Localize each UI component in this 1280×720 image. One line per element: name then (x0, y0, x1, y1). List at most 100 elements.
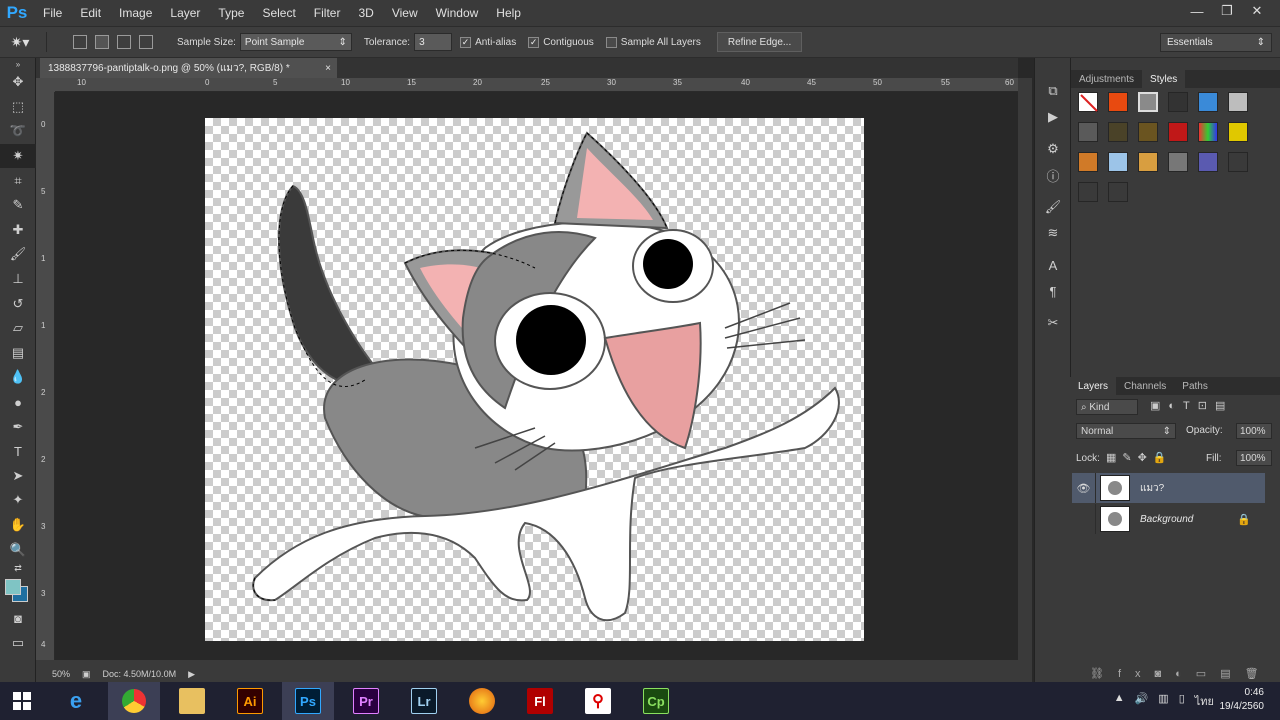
zoom-level[interactable]: 50% (52, 669, 70, 679)
swap-colors-icon[interactable]: ⇄ (0, 562, 36, 576)
style-swatch[interactable] (1078, 122, 1098, 142)
brush-panel-icon[interactable]: 🖌 (1035, 194, 1071, 220)
style-swatch[interactable] (1168, 92, 1188, 112)
vertical-scrollbar[interactable] (1018, 78, 1032, 660)
style-swatch[interactable] (1198, 122, 1218, 142)
layer-filter-icons[interactable]: ▣◐T⊡▤ (1150, 399, 1233, 412)
magic-wand-preset-icon[interactable]: ✷▾ (0, 34, 40, 51)
style-swatch[interactable] (1108, 152, 1128, 172)
zoom-tool-icon[interactable]: 🔍 (0, 537, 36, 562)
foreground-color-swatch[interactable] (5, 578, 21, 595)
style-swatch[interactable] (1078, 152, 1098, 172)
panel-collapse-icon[interactable]: » (0, 58, 36, 70)
eye-icon[interactable]: 👁 (1072, 473, 1096, 503)
lasso-tool-icon[interactable]: ➰ (0, 119, 36, 144)
style-swatch[interactable] (1108, 182, 1128, 202)
network-icon[interactable]: ▥ (1158, 692, 1168, 710)
type-tool-icon[interactable]: T (0, 439, 36, 464)
volume-icon[interactable]: 🔊 (1135, 692, 1149, 710)
status-menu-arrow-icon[interactable]: ▶ (188, 669, 195, 680)
tab-paths[interactable]: Paths (1174, 377, 1216, 395)
properties-panel-icon[interactable]: ⚙ (1035, 136, 1071, 162)
style-swatch[interactable] (1198, 92, 1218, 112)
clone-stamp-tool-icon[interactable]: ⊥ (0, 267, 36, 292)
info-panel-icon[interactable]: ⓘ (1035, 162, 1071, 188)
style-swatch[interactable] (1108, 122, 1128, 142)
refine-edge-button[interactable]: Refine Edge... (716, 32, 803, 52)
color-swatches[interactable] (0, 576, 36, 606)
pen-tool-icon[interactable]: ✒ (0, 414, 36, 439)
captivate-icon[interactable]: Cp (630, 682, 682, 720)
chrome-icon[interactable] (108, 682, 160, 720)
layer-name[interactable]: Background (1140, 514, 1193, 525)
firefox-icon[interactable] (456, 682, 508, 720)
menu-image[interactable]: Image (110, 0, 161, 26)
opacity-input[interactable]: 100% (1236, 423, 1272, 439)
menu-type[interactable]: Type (209, 0, 253, 26)
style-swatch[interactable] (1228, 92, 1248, 112)
menu-help[interactable]: Help (487, 0, 530, 26)
lightroom-icon[interactable]: Lr (398, 682, 450, 720)
filter-kind-select[interactable]: ⌕ Kind (1076, 399, 1138, 415)
tray-arrow-icon[interactable]: ▲ (1114, 692, 1125, 710)
style-swatch[interactable] (1138, 152, 1158, 172)
visibility-toggle[interactable] (1072, 504, 1096, 534)
subtract-from-selection-icon[interactable] (117, 35, 131, 49)
tab-styles[interactable]: Styles (1142, 70, 1186, 88)
intersect-selection-icon[interactable] (139, 35, 153, 49)
blend-mode-select[interactable]: Normal ⇕ (1076, 423, 1176, 439)
workspace-select[interactable]: Essentials ⇕ (1160, 33, 1272, 52)
menu-edit[interactable]: Edit (71, 0, 110, 26)
eraser-tool-icon[interactable]: ▱ (0, 316, 36, 341)
start-button[interactable] (0, 682, 44, 720)
character-panel-icon[interactable]: A (1035, 252, 1071, 278)
paragraph-panel-icon[interactable]: ¶ (1035, 278, 1071, 304)
menu-filter[interactable]: Filter (305, 0, 350, 26)
marquee-tool-icon[interactable]: ⬚ (0, 95, 36, 120)
menu-file[interactable]: File (34, 0, 71, 26)
dodge-tool-icon[interactable]: ● (0, 390, 36, 415)
document-tab[interactable]: 1388837796-pantiptalk-o.png @ 50% (แมว?,… (40, 58, 337, 78)
language-indicator[interactable]: ไทย (1195, 692, 1214, 710)
menu-view[interactable]: View (383, 0, 427, 26)
lock-icons[interactable]: ▦✎✥🔒 (1106, 451, 1173, 464)
tab-layers[interactable]: Layers (1070, 377, 1117, 395)
menu-window[interactable]: Window (427, 0, 488, 26)
eyedropper-tool-icon[interactable]: ✎ (0, 193, 36, 218)
style-none[interactable] (1078, 92, 1098, 112)
style-swatch[interactable] (1078, 182, 1098, 202)
magic-wand-tool-icon[interactable]: ✷ (0, 143, 36, 169)
close-tab-icon[interactable]: × (325, 63, 331, 74)
shape-tool-icon[interactable]: ✦ (0, 488, 36, 513)
style-swatch[interactable] (1138, 92, 1158, 112)
style-swatch[interactable] (1228, 152, 1248, 172)
menu-layer[interactable]: Layer (161, 0, 209, 26)
tab-adjustments[interactable]: Adjustments (1071, 70, 1142, 88)
layer-footer-icons[interactable]: ⛓fx◙◐▭▤🗑 (1090, 667, 1273, 680)
quick-mask-icon[interactable]: ◙ (0, 606, 36, 631)
move-tool-icon[interactable]: ✥ (0, 70, 36, 95)
clock[interactable]: 0:46 19/4/2560 (1220, 686, 1265, 714)
layer-row[interactable]: Background 🔒 (1072, 504, 1265, 534)
brush-tool-icon[interactable]: 🖌 (0, 242, 36, 267)
sample-size-select[interactable]: Point Sample ⇕ (239, 33, 352, 51)
antialias-checkbox[interactable]: ✓ (460, 36, 472, 48)
brush-presets-icon[interactable]: ≋ (1035, 220, 1071, 246)
contiguous-checkbox[interactable]: ✓ (528, 36, 540, 48)
minimize-button[interactable]: — (1182, 0, 1212, 22)
ie-icon[interactable]: e (50, 682, 102, 720)
style-swatch[interactable] (1168, 152, 1188, 172)
style-swatch[interactable] (1228, 122, 1248, 142)
acrobat-icon[interactable]: ⚲ (572, 682, 624, 720)
illustrator-icon[interactable]: Ai (224, 682, 276, 720)
blur-tool-icon[interactable]: 💧 (0, 365, 36, 390)
photoshop-icon[interactable]: Ps (282, 682, 334, 720)
hand-tool-icon[interactable]: ✋ (0, 513, 36, 538)
file-explorer-icon[interactable] (166, 682, 218, 720)
fill-input[interactable]: 100% (1236, 450, 1272, 466)
new-selection-icon[interactable] (73, 35, 87, 49)
crop-tool-icon[interactable]: ⌗ (0, 168, 36, 193)
layer-row[interactable]: 👁 แมว? (1072, 473, 1265, 503)
flash-icon[interactable]: Fl (514, 682, 566, 720)
actions-panel-icon[interactable]: ▶ (1035, 104, 1071, 130)
